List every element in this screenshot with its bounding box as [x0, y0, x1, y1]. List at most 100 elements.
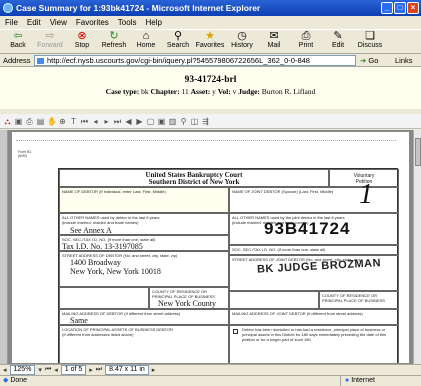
- discuss-button[interactable]: ❏ Discuss: [354, 30, 386, 49]
- next-page-icon[interactable]: ▸: [102, 117, 111, 126]
- window-title-bar: Case Summary for 1:93bk41724 - Microsoft…: [0, 0, 421, 16]
- mail-icon: ✉: [269, 30, 279, 42]
- address-url: http://ecf.nysb.uscourts.gov/cgi-bin/iqu…: [47, 55, 310, 65]
- go-forward-icon[interactable]: ▶: [135, 117, 144, 126]
- edit-button[interactable]: ✎ Edit: [322, 30, 354, 49]
- menu-help[interactable]: Help: [145, 16, 161, 29]
- history-icon: ◷: [237, 30, 247, 42]
- debtor-name-field: NAME OF DEBTOR (If individual, enter Las…: [59, 187, 229, 213]
- pdf-navigation-pane[interactable]: [0, 130, 8, 364]
- refresh-icon: ↻: [109, 30, 119, 42]
- discuss-label: Discuss: [357, 42, 383, 49]
- web-links-icon[interactable]: ⇶: [201, 117, 210, 126]
- home-icon: ⌂: [142, 30, 150, 42]
- joint-street-address-field: STREET ADDRESS OF JOINT DEBTOR (No. and …: [229, 255, 399, 291]
- forward-arrow-icon: ⇨: [45, 30, 55, 42]
- case-number-stamp: 93B41724: [264, 219, 351, 238]
- text-select-icon[interactable]: T: [69, 117, 78, 126]
- case-type-label: Case type:: [105, 87, 140, 96]
- joint-other-names-field: ALL OTHER NAMES used by the joint debtor…: [229, 213, 399, 245]
- links-button[interactable]: Links: [395, 56, 413, 65]
- vertical-scrollbar[interactable]: [413, 130, 421, 364]
- tax-id-value: Tax I.D. No. 13-3197085: [62, 242, 143, 251]
- favorites-button[interactable]: ★ Favorites: [194, 30, 226, 49]
- scan-noise: [16, 140, 396, 142]
- county-label: COUNTY OF RESIDENCE OR PRINCIPAL PLACE O…: [152, 289, 215, 299]
- other-names-label: ALL OTHER NAMES used by debtor in the la…: [62, 215, 160, 225]
- menu-tools[interactable]: Tools: [118, 16, 137, 29]
- zoom-tool-icon[interactable]: ⊕: [58, 117, 67, 126]
- joint-debtor-name-label: NAME OF JOINT DEBTOR (Spouse) (Last, Fir…: [232, 189, 334, 194]
- address-label: Address: [3, 55, 31, 65]
- court-line-2: Southern District of New York: [148, 178, 240, 186]
- print-pdf-icon[interactable]: ⎙: [25, 117, 34, 126]
- principal-assets-field: LOCATION OF PRINCIPAL ASSETS OF BUSINESS…: [59, 325, 229, 363]
- pdf-status-bar: ◂ 125% ▾ ⏮ ◂ 1 of 5 ▸ ⏭ 8.47 x 11 in ▸: [0, 364, 421, 375]
- pdf-page: Form B1 (6/90) United States Bankruptcy …: [12, 132, 409, 363]
- edit-icon: ✎: [333, 30, 343, 42]
- zone-label: Internet: [351, 377, 375, 384]
- mail-button[interactable]: ✉ Mail: [258, 30, 290, 49]
- menu-edit[interactable]: Edit: [27, 16, 41, 29]
- case-header: 93-41724-brl Case type: bk Chapter: 11 A…: [0, 67, 421, 109]
- first-page-icon[interactable]: ⏮: [80, 117, 89, 126]
- mailing-address-value: Same: [70, 316, 88, 325]
- joint-county-label: COUNTY OF RESIDENCE OR PRINCIPAL PLACE O…: [322, 293, 385, 303]
- page-indicator[interactable]: 1 of 5: [60, 365, 87, 375]
- judge-value: Burton R. Lifland: [261, 87, 316, 96]
- print-button[interactable]: ⎙ Print: [290, 30, 322, 49]
- prev-page-icon[interactable]: ◂: [91, 117, 100, 126]
- minimize-button[interactable]: _: [381, 2, 393, 14]
- last-page-icon[interactable]: ⏭: [113, 117, 122, 126]
- zoom-dropdown-icon[interactable]: ▾: [38, 366, 42, 374]
- find-icon[interactable]: ⚲: [179, 117, 188, 126]
- discuss-icon: ❏: [365, 30, 375, 42]
- history-button[interactable]: ◷ History: [226, 30, 258, 49]
- search-icon: ⚲: [173, 30, 183, 42]
- menu-file[interactable]: File: [5, 16, 18, 29]
- forward-button[interactable]: ⇨ Forward: [34, 30, 66, 49]
- scrollbar-thumb[interactable]: [415, 138, 421, 166]
- first-page-nav-icon[interactable]: ⏮: [45, 366, 51, 374]
- street-line-2: New York, New York 10018: [70, 267, 161, 276]
- last-page-nav-icon[interactable]: ⏭: [96, 366, 102, 374]
- vol-value: v: [232, 87, 237, 96]
- globe-icon: ●: [345, 377, 350, 384]
- asset-label: Asset:: [190, 87, 211, 96]
- hand-tool-icon[interactable]: ✋: [47, 117, 57, 126]
- scroll-right-icon[interactable]: ▸: [152, 366, 156, 374]
- fit-page-icon[interactable]: ▣: [157, 117, 166, 126]
- other-names-field: ALL OTHER NAMES used by debtor in the la…: [59, 213, 229, 235]
- scroll-left-icon[interactable]: ◂: [3, 366, 7, 374]
- prev-page-nav-icon[interactable]: ◂: [54, 366, 58, 374]
- browser-toolbar: ⇦ Back ⇨ Forward ⊗ Stop ↻ Refresh ⌂ Home ⚲ Sea…: [0, 29, 421, 54]
- go-button[interactable]: ➜ Go: [360, 56, 378, 65]
- close-button[interactable]: ×: [407, 2, 419, 14]
- go-back-icon[interactable]: ◀: [124, 117, 133, 126]
- home-button[interactable]: ⌂ Home: [130, 30, 162, 49]
- address-input[interactable]: http://ecf.nysb.uscourts.gov/cgi-bin/iqu…: [34, 54, 356, 66]
- stop-button[interactable]: ⊗ Stop: [66, 30, 98, 49]
- acrobat-icon: ⛬: [4, 116, 11, 126]
- page-icon: [37, 57, 44, 64]
- venue-checkbox: [233, 329, 238, 334]
- joint-tax-id-field: SOC. SEC./TAX I.D. NO. (If more than one…: [229, 245, 399, 255]
- menu-favorites[interactable]: Favorites: [76, 16, 109, 29]
- print-label: Print: [298, 42, 314, 49]
- maximize-button[interactable]: □: [394, 2, 406, 14]
- refresh-button[interactable]: ↻ Refresh: [98, 30, 130, 49]
- select-graphics-icon[interactable]: ◫: [190, 117, 199, 126]
- go-label: Go: [368, 55, 379, 65]
- back-button[interactable]: ⇦ Back: [2, 30, 34, 49]
- joint-street-continuation: [229, 291, 319, 309]
- fit-width-icon[interactable]: ▥: [168, 117, 177, 126]
- refresh-label: Refresh: [101, 42, 127, 49]
- toggle-bookmarks-icon[interactable]: ▤: [36, 117, 45, 126]
- menu-view[interactable]: View: [50, 16, 67, 29]
- search-button[interactable]: ⚲ Search: [162, 30, 194, 49]
- home-label: Home: [136, 42, 156, 49]
- save-icon[interactable]: ▣: [14, 117, 23, 126]
- actual-size-icon[interactable]: ▢: [146, 117, 155, 126]
- next-page-nav-icon[interactable]: ▸: [89, 366, 93, 374]
- zoom-level[interactable]: 125%: [9, 365, 36, 375]
